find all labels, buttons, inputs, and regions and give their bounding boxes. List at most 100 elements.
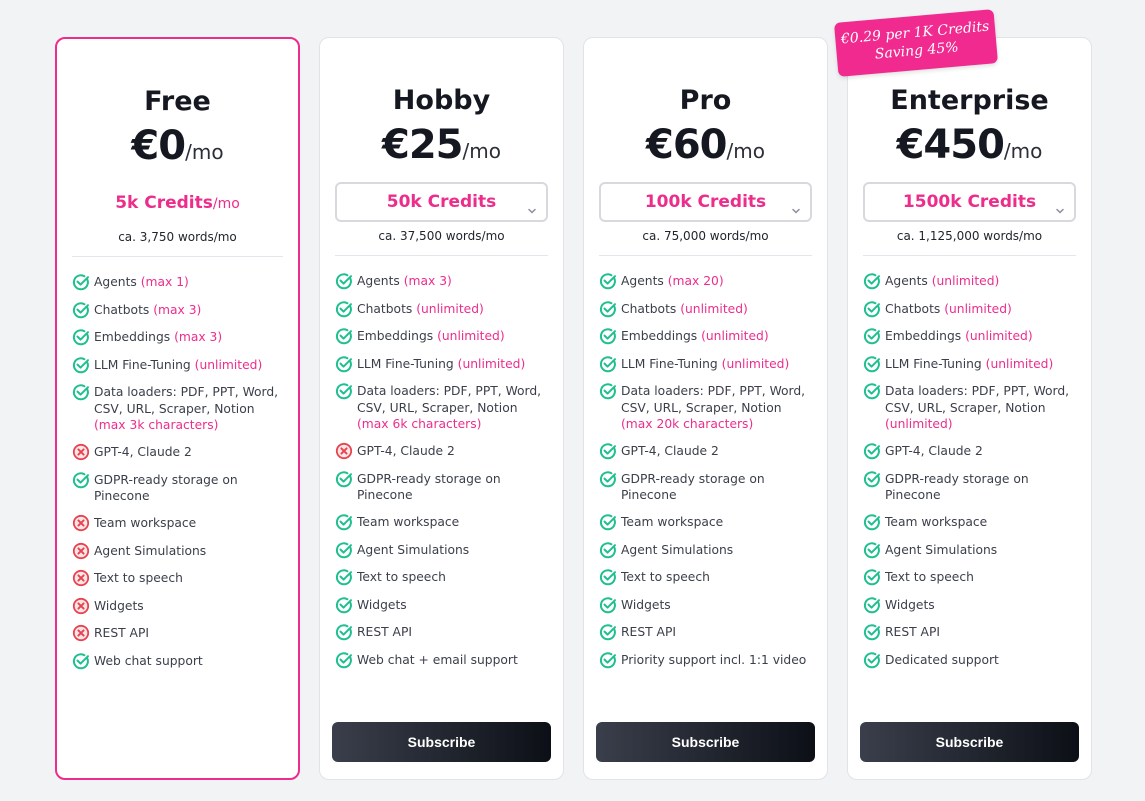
plan-price: €0/mo xyxy=(72,121,283,171)
feature-text-wrap: GPT-4, Claude 2 xyxy=(621,443,812,460)
plan-name: Enterprise xyxy=(890,85,1049,116)
words-estimate: ca. 3,750 words/mo xyxy=(118,230,237,244)
feature-text-wrap: Team workspace xyxy=(621,514,812,531)
feature-item: Text to speech xyxy=(599,569,812,586)
feature-item: REST API xyxy=(863,624,1076,641)
plan-card-enterprise: Enterprise €450/mo 1500k Credits ca. 1,125,… xyxy=(847,37,1092,780)
feature-text-wrap: Agent Simulations xyxy=(621,542,812,559)
chevron-down-icon xyxy=(526,194,538,214)
credits-label: 5k Credits/mo xyxy=(72,183,283,224)
feature-note: (unlimited) xyxy=(416,301,484,316)
feature-text: REST API xyxy=(621,625,676,639)
feature-note: (max 1) xyxy=(140,275,189,289)
plan-card-free: Free €0/mo 5k Credits/mo ca. 3,750 words/mo… xyxy=(55,37,300,780)
price-amount: €60 xyxy=(646,122,727,168)
feature-item: REST API xyxy=(599,624,812,641)
credits-select[interactable]: 100k Credits xyxy=(599,182,812,222)
feature-text: Team workspace xyxy=(621,515,724,529)
credits-select[interactable]: 50k Credits xyxy=(335,182,548,222)
check-circle-icon xyxy=(863,382,881,400)
feature-text-wrap: Web chat + email support xyxy=(357,652,548,669)
check-circle-icon xyxy=(72,301,90,319)
feature-note: (unlimited) xyxy=(437,329,505,343)
check-circle-icon xyxy=(335,355,353,373)
feature-text-wrap: GDPR-ready storage on Pinecone xyxy=(94,472,283,505)
feature-text: Embeddings xyxy=(357,329,438,343)
feature-text-wrap: Widgets xyxy=(885,597,1076,614)
price-amount: €0 xyxy=(131,123,186,169)
check-circle-icon xyxy=(863,442,881,460)
feature-text: Chatbots xyxy=(357,301,417,316)
feature-text-wrap: Data loaders: PDF, PPT, Word, CSV, URL, … xyxy=(621,383,812,433)
feature-text-wrap: Data loaders: PDF, PPT, Word, CSV, URL, … xyxy=(94,384,283,434)
feature-note: (max 3) xyxy=(174,330,223,344)
credits-select[interactable]: 1500k Credits xyxy=(863,182,1076,222)
feature-text-wrap: GDPR-ready storage on Pinecone xyxy=(357,471,548,504)
feature-text: Data loaders: PDF, PPT, Word, CSV, URL, … xyxy=(357,384,542,415)
check-circle-icon xyxy=(599,300,617,318)
feature-text-wrap: Text to speech xyxy=(621,569,812,586)
feature-text: GPT-4, Claude 2 xyxy=(621,444,719,458)
feature-text: Agent Simulations xyxy=(357,542,470,557)
feature-text: Agents xyxy=(357,274,404,288)
feature-text: Widgets xyxy=(357,597,407,612)
words-estimate: ca. 1,125,000 words/mo xyxy=(896,229,1043,243)
feature-item: Chatbots (unlimited) xyxy=(863,300,1076,318)
check-circle-icon xyxy=(335,382,353,400)
feature-item: Text to speech xyxy=(72,569,283,587)
check-circle-icon xyxy=(599,355,617,373)
plan-name: Hobby xyxy=(392,85,491,116)
feature-item: GDPR-ready storage on Pinecone xyxy=(599,470,812,504)
feature-note: (unlimited) xyxy=(885,417,953,431)
feature-text-wrap: Embeddings (max 3) xyxy=(94,329,283,346)
subscribe-button[interactable]: Subscribe xyxy=(332,722,551,762)
check-circle-icon xyxy=(72,652,90,670)
credits-area: 50k Credits xyxy=(335,182,548,222)
feature-item: Team workspace xyxy=(599,514,812,531)
price-amount: €25 xyxy=(382,122,463,168)
feature-note: (max 20k characters) xyxy=(621,417,754,431)
check-circle-icon xyxy=(72,273,90,291)
feature-text-wrap: GDPR-ready storage on Pinecone xyxy=(885,471,1076,504)
feature-note: (unlimited) xyxy=(965,329,1033,343)
chevron-down-icon xyxy=(1054,194,1066,214)
credits-suffix: /mo xyxy=(212,196,240,212)
feature-text: Text to speech xyxy=(357,570,446,584)
feature-item: GDPR-ready storage on Pinecone xyxy=(335,470,548,504)
feature-text: LLM Fine-Tuning xyxy=(621,356,722,371)
subscribe-button[interactable]: Subscribe xyxy=(596,722,815,762)
feature-item: LLM Fine-Tuning (unlimited) xyxy=(863,355,1076,373)
feature-text-wrap: GDPR-ready storage on Pinecone xyxy=(621,471,812,504)
feature-item: LLM Fine-Tuning (unlimited) xyxy=(599,355,812,373)
feature-text-wrap: Agents (unlimited) xyxy=(885,273,1076,290)
feature-item: GPT-4, Claude 2 xyxy=(863,443,1076,460)
feature-text-wrap: Chatbots (unlimited) xyxy=(357,301,548,318)
feature-text-wrap: Team workspace xyxy=(94,515,283,532)
feature-text-wrap: Priority support incl. 1:1 video xyxy=(621,652,812,669)
feature-text: GPT-4, Claude 2 xyxy=(885,444,983,458)
subscribe-button[interactable]: Subscribe xyxy=(860,722,1079,762)
credits-select-value: 1500k Credits xyxy=(902,192,1037,212)
words-estimate: ca. 75,000 words/mo xyxy=(642,229,769,243)
feature-item: Chatbots (unlimited) xyxy=(599,300,812,318)
feature-note: (max 3k characters) xyxy=(94,418,219,432)
pricing-grid: Free €0/mo 5k Credits/mo ca. 3,750 words/mo… xyxy=(55,37,1092,780)
feature-note: (unlimited) xyxy=(985,356,1054,371)
feature-text: Team workspace xyxy=(357,515,460,529)
feature-text: REST API xyxy=(94,626,149,640)
price-period: /mo xyxy=(726,139,765,163)
feature-text-wrap: Embeddings (unlimited) xyxy=(357,328,548,345)
feature-text: Text to speech xyxy=(621,570,710,584)
feature-item: Embeddings (unlimited) xyxy=(863,328,1076,345)
x-circle-icon xyxy=(72,597,90,615)
check-circle-icon xyxy=(599,651,617,669)
feature-item: Chatbots (max 3) xyxy=(72,301,283,319)
feature-item: Data loaders: PDF, PPT, Word, CSV, URL, … xyxy=(863,383,1076,433)
feature-text-wrap: GPT-4, Claude 2 xyxy=(885,443,1076,460)
feature-text: Text to speech xyxy=(94,571,183,585)
feature-text: GDPR-ready storage on Pinecone xyxy=(94,472,238,504)
check-circle-icon xyxy=(335,470,353,488)
check-circle-icon xyxy=(599,541,617,559)
check-circle-icon xyxy=(599,327,617,345)
feature-text: Embeddings xyxy=(621,329,702,343)
